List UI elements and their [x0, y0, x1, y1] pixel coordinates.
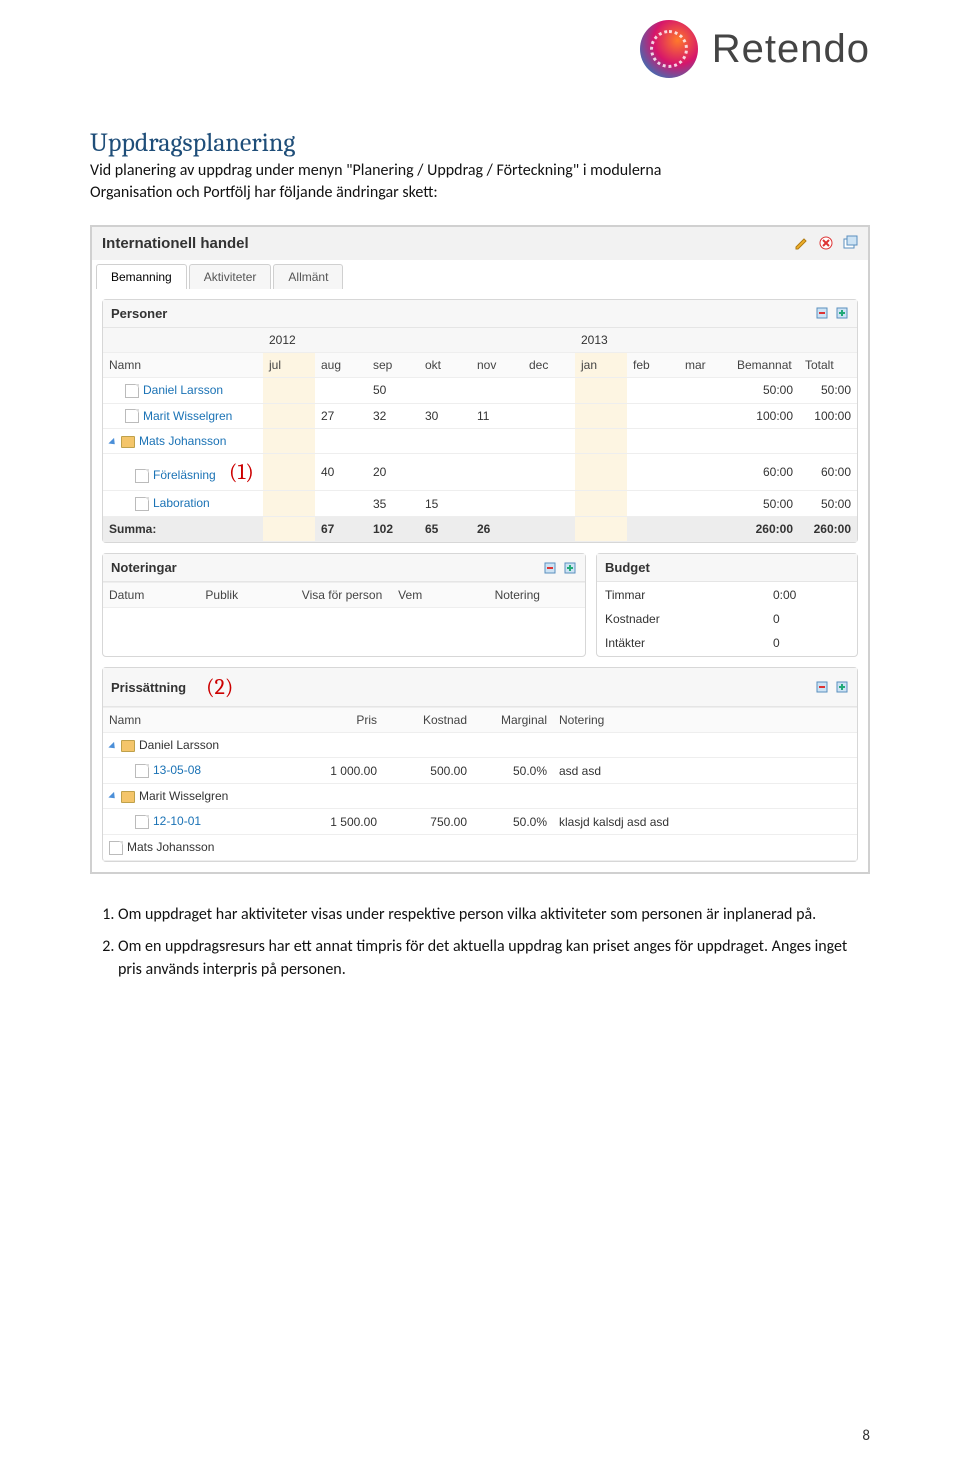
col-jan: jan — [575, 352, 627, 377]
table-row[interactable]: Mats Johansson — [103, 429, 857, 454]
delete-icon[interactable] — [818, 235, 834, 251]
panel-title-noteringar: Noteringar — [111, 560, 177, 575]
table-row[interactable]: Laboration 3515 50:0050:00 — [103, 491, 857, 517]
table-row[interactable]: Marit Wisselgren 27323011 100:00100:00 — [103, 403, 857, 429]
panel-prissattning: Prissättning (2) Namn Pris Kostnad Margi… — [102, 667, 858, 861]
col-jul: jul — [263, 352, 315, 377]
table-row[interactable]: Daniel Larsson 50 50:0050:00 — [103, 377, 857, 403]
tab-aktiviteter[interactable]: Aktiviteter — [189, 264, 272, 289]
panel-title-personer: Personer — [111, 306, 167, 321]
folder-icon — [121, 740, 135, 752]
panel-budget: Budget Timmar0:00 Kostnader0 Intäkter0 — [596, 553, 858, 657]
col-p-pris: Pris — [293, 708, 383, 733]
budget-values: Timmar0:00 Kostnader0 Intäkter0 — [597, 582, 857, 656]
budget-timmar-label: Timmar — [599, 584, 765, 606]
table-row[interactable]: 13-05-08 1 000.00 500.00 50.0% asd asd — [103, 758, 857, 784]
panel-noteringar: Noteringar Datum Publik Visa för person … — [102, 553, 586, 657]
panel-title-budget: Budget — [605, 560, 650, 575]
page-icon — [135, 469, 149, 483]
add-note-icon[interactable] — [563, 561, 577, 575]
table-row[interactable]: Marit Wisselgren — [103, 784, 857, 809]
page-icon — [135, 764, 149, 778]
col-okt: okt — [419, 352, 471, 377]
col-p-namn: Namn — [103, 708, 293, 733]
note-1: Om uppdraget har aktiviteter visas under… — [118, 904, 870, 926]
col-sep: sep — [367, 352, 419, 377]
add-price-icon[interactable] — [835, 680, 849, 694]
page-icon — [125, 409, 139, 423]
annotation-2: (2) — [206, 674, 233, 700]
tab-bar: Bemanning Aktiviteter Allmänt — [92, 260, 868, 289]
notes-list: Om uppdraget har aktiviteter visas under… — [90, 904, 870, 981]
budget-kostnader-label: Kostnader — [599, 608, 765, 630]
col-dec: dec — [523, 352, 575, 377]
table-personer: 2012 2013 Namn jul aug sep okt nov dec j… — [103, 328, 857, 542]
budget-timmar-value: 0:00 — [767, 584, 855, 606]
page-icon — [135, 815, 149, 829]
col-bemannat: Bemannat — [731, 352, 799, 377]
brand-header: Retendo — [90, 0, 870, 78]
col-nov: nov — [471, 352, 523, 377]
folder-icon — [121, 436, 135, 448]
table-row[interactable]: 12-10-01 1 500.00 750.00 50.0% klasjd ka… — [103, 809, 857, 835]
col-publik: Publik — [199, 583, 295, 608]
panel-title-prissattning: Prissättning — [111, 680, 186, 695]
col-notering: Notering — [489, 583, 585, 608]
annotation-1: (1) — [229, 459, 254, 485]
folder-icon — [121, 791, 135, 803]
table-row[interactable]: Föreläsning (1) 4020 60:0060:00 — [103, 454, 857, 491]
year-2012-label: 2012 — [263, 328, 315, 353]
remove-price-icon[interactable] — [815, 680, 829, 694]
chevron-down-icon[interactable] — [108, 792, 117, 801]
page-icon — [125, 384, 139, 398]
add-person-icon[interactable] — [835, 306, 849, 320]
col-totalt: Totalt — [799, 352, 857, 377]
remove-note-icon[interactable] — [543, 561, 557, 575]
intro-line-1: Vid planering av uppdrag under menyn "Pl… — [90, 161, 661, 180]
table-row[interactable]: Daniel Larsson — [103, 733, 857, 758]
page-icon — [109, 841, 123, 855]
col-p-notering: Notering — [553, 708, 857, 733]
section-heading: Uppdragsplanering — [90, 128, 870, 158]
panel-personer: Personer 2012 2013 Namn jul aug — [102, 299, 858, 543]
col-aug: aug — [315, 352, 367, 377]
col-namn: Namn — [103, 352, 263, 377]
note-2: Om en uppdragsresurs har ett annat timpr… — [118, 936, 870, 981]
budget-kostnader-value: 0 — [767, 608, 855, 630]
tab-allmant[interactable]: Allmänt — [273, 264, 343, 289]
retendo-logo-icon — [640, 20, 698, 78]
app-title: Internationell handel — [102, 235, 249, 252]
summary-row: Summa: 671026526 260:00260:00 — [103, 517, 857, 542]
budget-intakter-label: Intäkter — [599, 632, 765, 654]
edit-icon[interactable] — [794, 235, 810, 251]
page-number: 8 — [862, 1427, 870, 1445]
col-feb: feb — [627, 352, 679, 377]
app-titlebar: Internationell handel — [92, 227, 868, 260]
chevron-down-icon[interactable] — [108, 741, 117, 750]
remove-person-icon[interactable] — [815, 306, 829, 320]
col-datum: Datum — [103, 583, 199, 608]
page-icon — [135, 497, 149, 511]
budget-intakter-value: 0 — [767, 632, 855, 654]
col-p-kostnad: Kostnad — [383, 708, 473, 733]
tab-bemanning[interactable]: Bemanning — [96, 264, 187, 289]
intro-paragraph: Vid planering av uppdrag under menyn "Pl… — [90, 160, 870, 205]
table-noteringar: Datum Publik Visa för person Vem Noterin… — [103, 582, 585, 608]
intro-line-2: Organisation och Portfölj har följande ä… — [90, 183, 438, 202]
app-screenshot: Internationell handel Bemanning Aktivite… — [90, 225, 870, 874]
popup-icon[interactable] — [842, 235, 858, 251]
brand-name: Retendo — [712, 27, 870, 72]
table-row[interactable]: Mats Johansson — [103, 834, 857, 860]
col-mar: mar — [679, 352, 731, 377]
col-p-marginal: Marginal — [473, 708, 553, 733]
col-vem: Vem — [392, 583, 488, 608]
col-visa: Visa för person — [296, 583, 392, 608]
year-2013-label: 2013 — [575, 328, 627, 353]
chevron-down-icon[interactable] — [108, 438, 117, 447]
table-prissattning: Namn Pris Kostnad Marginal Notering Dani… — [103, 707, 857, 860]
